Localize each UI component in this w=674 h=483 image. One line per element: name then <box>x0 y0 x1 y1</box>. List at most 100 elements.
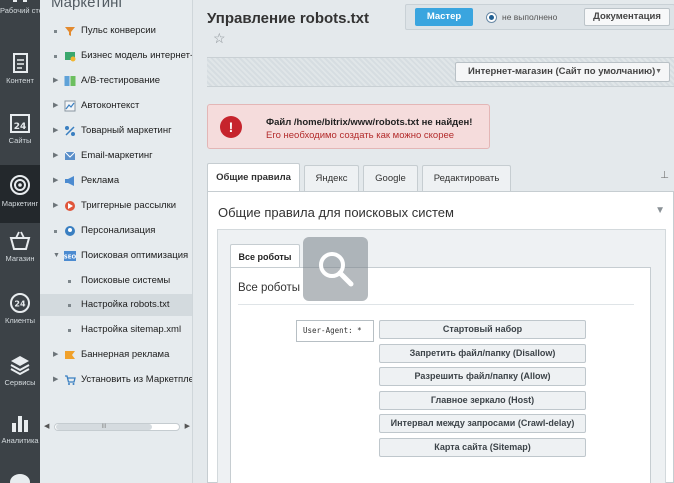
menu-item-advertising[interactable]: ▶ Реклама <box>40 170 192 192</box>
menu-item-trigger-mailings[interactable]: ▶ Триггерные рассылки <box>40 195 192 217</box>
rail-marketing[interactable]: Маркетинг <box>0 165 40 223</box>
menu-item-label: Бизнес модель интернет-м <box>81 50 193 61</box>
crawl-delay-button[interactable]: Интервал между запросами (Crawl-delay) <box>379 414 586 433</box>
menu-item-personalization[interactable]: Персонализация <box>40 220 192 242</box>
scroll-right-icon[interactable]: ▶ <box>185 422 190 430</box>
menu-item-label: Товарный маркетинг <box>81 125 172 136</box>
bullet-icon <box>68 280 71 283</box>
basket-icon <box>9 231 31 250</box>
collapse-arrow-icon[interactable]: ▼ <box>53 245 60 267</box>
error-alert: ! Файл /home/bitrix/www/robots.txt не на… <box>207 104 490 149</box>
documentation-button[interactable]: Документация <box>584 8 670 26</box>
menu-item-business-model[interactable]: Бизнес модель интернет-м <box>40 45 193 67</box>
main-content: Управление robots.txt ☆ Мастер не выполн… <box>193 0 674 483</box>
rail-sites[interactable]: 24 Сайты <box>0 112 40 170</box>
business-model-icon <box>65 52 76 62</box>
menu-item-label: Пульс конверсии <box>81 25 156 36</box>
tab-edit[interactable]: Редактировать <box>422 165 511 191</box>
status-radio-icon <box>486 12 497 23</box>
expand-arrow-icon[interactable]: ▶ <box>53 170 58 192</box>
menu-item-label: Баннерная реклама <box>81 349 170 360</box>
menu-item-label: Поисковые системы <box>81 275 171 286</box>
menu-item-label: A/B-тестирование <box>81 75 161 86</box>
pin-icon[interactable]: ⊥ <box>660 170 669 181</box>
tab-google[interactable]: Google <box>363 165 418 191</box>
menu-item-label: Настройка robots.txt <box>81 299 170 310</box>
bullet-icon <box>68 329 71 332</box>
scrollbar-thumb[interactable]: III <box>56 424 152 430</box>
sitemap-button[interactable]: Карта сайта (Sitemap) <box>379 438 586 457</box>
expand-arrow-icon[interactable]: ▶ <box>53 95 58 117</box>
seo-icon: SEO <box>64 251 76 261</box>
rail-content[interactable]: Контент <box>0 52 40 110</box>
rail-label: Рабочий стол <box>0 6 40 15</box>
menu-item-label: Настройка sitemap.xml <box>81 324 182 335</box>
rail-analytics[interactable]: Аналитика <box>0 412 40 470</box>
rail-icon-text: 24 <box>14 300 26 309</box>
svg-text:SEO: SEO <box>64 255 76 261</box>
disallow-button[interactable]: Запретить файл/папку (Disallow) <box>379 344 586 363</box>
bar-chart-icon <box>12 416 28 432</box>
calendar-24-icon: 24 <box>10 114 30 133</box>
menu-item-autocontext[interactable]: ▶ Автоконтекст <box>40 95 192 117</box>
bullet-icon <box>54 55 57 58</box>
percent-icon <box>65 126 75 136</box>
all-robots-body: Все роботы User-Agent: * Стартовый набор… <box>230 267 651 483</box>
expand-arrow-icon[interactable]: ▶ <box>53 120 58 142</box>
section-heading: Все роботы <box>238 282 301 294</box>
collapse-chevron-icon[interactable]: ▼ <box>655 205 665 216</box>
menu-item-label: Установить из Маркетплейс <box>81 374 193 385</box>
personalization-icon <box>65 226 75 236</box>
tab-general-rules[interactable]: Общие правила <box>207 163 300 192</box>
expand-arrow-icon[interactable]: ▶ <box>53 195 58 217</box>
tab-all-robots[interactable]: Все роботы <box>230 244 300 268</box>
cart-icon <box>65 375 76 385</box>
expand-arrow-icon[interactable]: ▶ <box>53 344 58 366</box>
menu-item-label: Автоконтекст <box>81 100 140 111</box>
rail-label: Сайты <box>8 136 32 145</box>
divider <box>238 304 634 305</box>
menu-horizontal-scrollbar[interactable]: ◀ III ▶ <box>44 421 190 433</box>
robots-subpanel: Все роботы Все роботы User-Agent: * Стар… <box>217 229 666 483</box>
allow-button[interactable]: Разрешить файл/папку (Allow) <box>379 367 586 386</box>
wizard-bar: Мастер не выполнено Документация <box>405 4 674 30</box>
menu-item-conversion-pulse[interactable]: Пульс конверсии <box>40 20 192 42</box>
menu-item-label: Персонализация <box>81 225 156 236</box>
rail-desktop[interactable]: Рабочий стол <box>0 0 40 40</box>
favorite-star-icon[interactable]: ☆ <box>213 30 226 47</box>
menu-item-label: Поисковая оптимизация <box>81 250 189 261</box>
tab-yandex[interactable]: Яндекс <box>304 165 359 191</box>
rail-clients[interactable]: 24 Клиенты <box>0 292 40 350</box>
menu-item-search-engines[interactable]: Поисковые системы <box>40 270 192 292</box>
menu-item-banner-ads[interactable]: ▶ Баннерная реклама <box>40 344 192 366</box>
clock-24-icon: 24 <box>10 293 30 313</box>
rail-shop[interactable]: Магазин <box>0 230 40 288</box>
menu-item-marketplace[interactable]: ▶ Установить из Маркетплейс <box>40 369 193 391</box>
rail-services[interactable]: Сервисы <box>0 354 40 412</box>
zoom-overlay[interactable] <box>303 237 368 301</box>
wizard-button[interactable]: Мастер <box>415 8 473 26</box>
rail-label: Сервисы <box>4 378 36 387</box>
menu-item-email-marketing[interactable]: ▶ Email-маркетинг <box>40 145 192 167</box>
rail-more-icon <box>10 474 30 483</box>
host-button[interactable]: Главное зеркало (Host) <box>379 391 586 410</box>
scroll-left-icon[interactable]: ◀ <box>44 422 49 430</box>
menu-item-seo[interactable]: ▼ SEO Поисковая оптимизация <box>40 245 192 267</box>
expand-arrow-icon[interactable]: ▶ <box>53 369 58 391</box>
error-icon: ! <box>220 116 242 138</box>
menu-item-robots-settings[interactable]: Настройка robots.txt <box>40 294 192 316</box>
wizard-status: не выполнено <box>502 12 558 22</box>
site-select[interactable]: Интернет-магазин (Сайт по умолчанию) ▼ <box>455 62 670 82</box>
menu-item-label: Реклама <box>81 175 120 186</box>
menu-item-product-marketing[interactable]: ▶ Товарный маркетинг <box>40 120 192 142</box>
search-icon <box>319 252 354 287</box>
menu-item-sitemap-settings[interactable]: Настройка sitemap.xml <box>40 319 192 341</box>
section-menu: Маркетинг Пульс конверсии Бизнес модель … <box>40 0 193 483</box>
email-icon <box>64 151 76 160</box>
rail-label: Маркетинг <box>1 199 39 208</box>
rail-label: Магазин <box>5 254 35 263</box>
expand-arrow-icon[interactable]: ▶ <box>53 145 58 167</box>
starter-set-button[interactable]: Стартовый набор <box>379 320 586 339</box>
expand-arrow-icon[interactable]: ▶ <box>53 70 58 92</box>
menu-item-ab-testing[interactable]: ▶ A/B-тестирование <box>40 70 192 92</box>
